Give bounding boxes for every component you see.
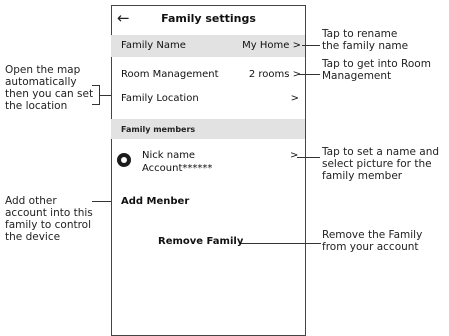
annotation-line: family member: [322, 170, 403, 182]
annotation-line: Open the map: [5, 64, 81, 76]
add-annotation: Add other account into this family to co…: [5, 195, 93, 243]
family-location-label: Family Location: [121, 93, 199, 104]
annotation-line: automatically: [5, 76, 77, 88]
member-arrow[interactable]: >: [290, 150, 298, 161]
remove-callout-line: [241, 243, 321, 244]
annotation-line: select picture for the: [322, 158, 432, 170]
map-annotation: Open the map automatically then you can …: [5, 64, 93, 112]
map-bracket-bottom: [92, 104, 100, 105]
room-callout-line: [299, 74, 320, 75]
room-management-row[interactable]: Room Management 2 rooms >: [111, 64, 305, 86]
family-name-label: Family Name: [121, 40, 186, 51]
annotation-line: the location: [5, 100, 68, 112]
family-name-row[interactable]: Family Name My Home >: [111, 35, 305, 57]
room-annotation: Tap to get into Room Management: [322, 58, 431, 82]
annotation-line: the device: [5, 231, 61, 243]
family-name-value: My Home >: [242, 40, 301, 51]
member-nickname: Nick name: [142, 150, 196, 161]
add-callout-line: [92, 201, 111, 202]
room-management-label: Room Management: [121, 69, 219, 80]
annotation-line: Remove the Family: [322, 229, 423, 241]
map-bracket-mid: [99, 95, 111, 96]
annotation-line: Management: [322, 70, 392, 82]
member-callout-line: [297, 157, 320, 158]
annotation-line: Add other: [5, 195, 57, 207]
annotation-line: family to control: [5, 219, 92, 231]
rename-callout-line: [302, 45, 320, 46]
annotation-line: Tap to rename: [322, 28, 398, 40]
family-location-row[interactable]: Family Location >: [111, 88, 305, 110]
remove-family-button[interactable]: Remove Family: [158, 236, 243, 247]
annotation-line: account into this: [5, 207, 93, 219]
room-management-value: 2 rooms >: [248, 69, 301, 80]
member-annotation: Tap to set a name and select picture for…: [322, 146, 439, 182]
annotation-line: then you can set: [5, 88, 94, 100]
remove-annotation: Remove the Family from your account: [322, 229, 422, 253]
page-title: Family settings: [161, 12, 256, 25]
avatar: [117, 153, 131, 167]
family-location-arrow: >: [290, 93, 299, 104]
annotation-line: the family name: [322, 40, 409, 52]
annotation-line: Tap to get into Room: [322, 58, 431, 70]
add-member-button[interactable]: Add Menber: [121, 196, 189, 207]
rename-annotation: Tap to rename the family name: [322, 28, 408, 52]
annotation-line: Tap to set a name and: [322, 146, 440, 158]
annotation-line: from your account: [322, 241, 419, 253]
member-account: Account******: [142, 163, 213, 174]
family-members-label: Family members: [121, 125, 196, 134]
